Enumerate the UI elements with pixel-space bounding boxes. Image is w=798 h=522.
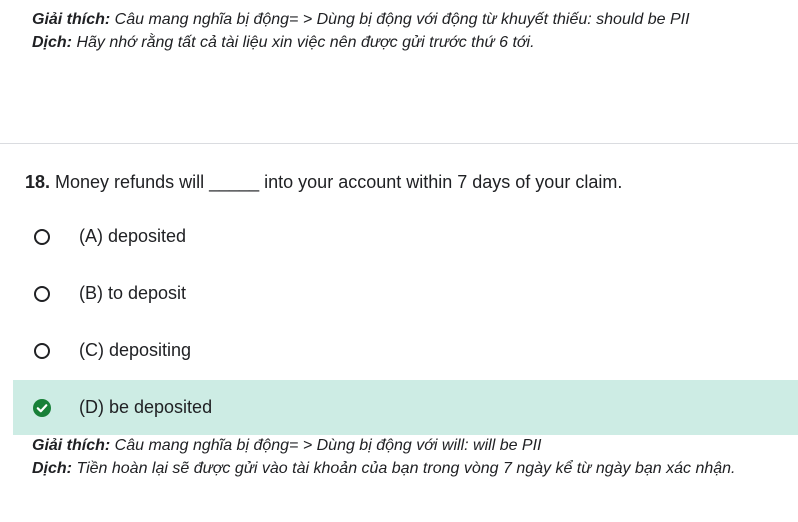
explanation-label: Giải thích: <box>32 11 111 28</box>
translation-label: Dịch: <box>32 34 72 51</box>
option-label: (B) to deposit <box>79 283 187 303</box>
translation-label: Dịch: <box>32 460 72 477</box>
option-label: (D) be deposited <box>79 397 213 417</box>
question-divider <box>0 143 798 144</box>
option-label: (A) deposited <box>79 226 187 246</box>
explanation-text: Câu mang nghĩa bị động= > Dùng bị động v… <box>110 11 690 28</box>
translation-text: Tiền hoàn lại sẽ được gửi vào tài khoản … <box>72 460 736 477</box>
translation-line: Dịch: Hãy nhớ rằng tất cả tài liệu xin v… <box>32 31 690 54</box>
check-circle-icon <box>33 398 51 417</box>
radio-empty-icon[interactable] <box>34 342 50 359</box>
previous-explanation: Giải thích: Câu mang nghĩa bị động= > Dù… <box>32 8 690 54</box>
question-text: 18. Money refunds will _____ into your a… <box>25 170 622 194</box>
explanation-line: Giải thích: Câu mang nghĩa bị động= > Dù… <box>32 8 690 31</box>
translation-line: Dịch: Tiền hoàn lại sẽ được gửi vào tài … <box>32 457 736 480</box>
explanation-text: Câu mang nghĩa bị động= > Dùng bị động v… <box>110 437 542 454</box>
question-number: 18. <box>25 172 51 192</box>
option-label: (C) depositing <box>79 340 192 360</box>
option-a[interactable]: (A) deposited <box>13 209 798 264</box>
explanation-line: Giải thích: Câu mang nghĩa bị động= > Dù… <box>32 434 736 457</box>
option-c[interactable]: (C) depositing <box>13 323 798 378</box>
explanation-label: Giải thích: <box>32 437 111 454</box>
option-b[interactable]: (B) to deposit <box>13 266 798 321</box>
quiz-page: Giải thích: Câu mang nghĩa bị động= > Dù… <box>0 0 798 522</box>
translation-text: Hãy nhớ rằng tất cả tài liệu xin việc nê… <box>72 34 535 51</box>
option-d-correct[interactable]: (D) be deposited <box>13 380 798 435</box>
radio-empty-icon[interactable] <box>34 285 50 302</box>
radio-empty-icon[interactable] <box>34 228 50 245</box>
question-stem: Money refunds will _____ into your accou… <box>50 172 623 192</box>
question-explanation: Giải thích: Câu mang nghĩa bị động= > Dù… <box>32 434 736 480</box>
